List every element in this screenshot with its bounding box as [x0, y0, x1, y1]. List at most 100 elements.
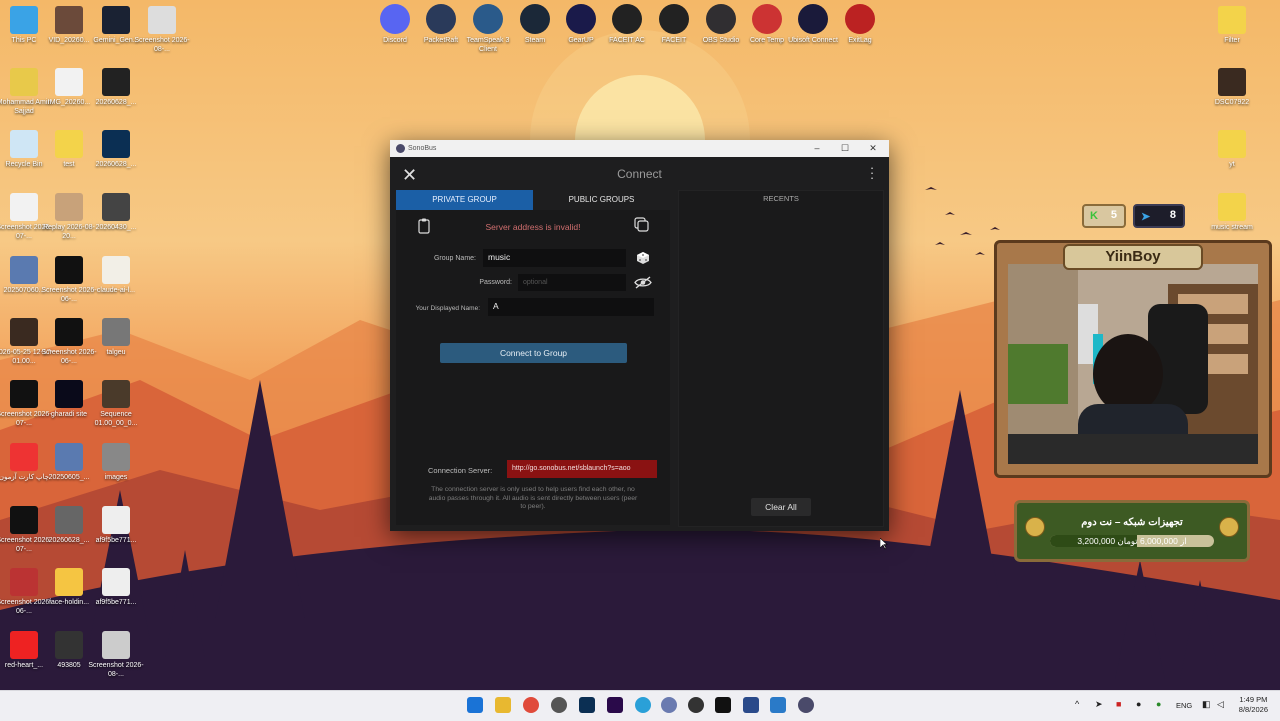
app-logo-icon	[520, 4, 550, 34]
sonobus-window: SonoBus – ☐ ✕ ✕ Connect · · · PRIVATE GROU…	[390, 140, 889, 531]
desktop-icon[interactable]: 20260628_...	[84, 68, 148, 107]
desktop-icon[interactable]: Screenshot 2026-08-...	[84, 631, 148, 679]
tray-mic-icon[interactable]: ●	[1156, 699, 1161, 709]
app-shortcut-icon[interactable]: FACEIT	[649, 4, 699, 45]
app-taskbar-icon[interactable]	[743, 697, 759, 713]
more-options-icon[interactable]: · · ·	[869, 161, 875, 184]
app-shortcut-icon[interactable]: ExitLag	[835, 4, 885, 45]
file-icon	[55, 193, 83, 221]
display-name-input[interactable]: A	[488, 298, 654, 316]
app-logo-icon	[473, 4, 503, 34]
hide-password-eye-icon[interactable]	[634, 276, 652, 289]
connection-server-input[interactable]: http://go.sonobus.net/sblaunch?s=aoo	[507, 460, 657, 478]
file-icon	[55, 443, 83, 471]
connect-dialog: ✕ Connect · · · PRIVATE GROUP PUBLIC GROUP…	[390, 157, 889, 531]
desktop-icon[interactable]: 20260628_...	[84, 130, 148, 169]
app-shortcut-label: TeamSpeak 3 Client	[466, 37, 510, 53]
desktop-icon[interactable]: DSC07922	[1200, 68, 1264, 107]
connect-to-group-button[interactable]: Connect to Group	[440, 343, 627, 363]
premiere-icon[interactable]	[607, 697, 623, 713]
randomize-dice-icon[interactable]	[636, 251, 650, 265]
file-icon	[102, 506, 130, 534]
dialog-title: Connect	[617, 167, 662, 181]
ghub-icon[interactable]	[688, 697, 704, 713]
desktop-icon[interactable]: talgeu	[84, 318, 148, 357]
app-logo-icon	[706, 4, 736, 34]
desktop-icon[interactable]: music stream	[1200, 193, 1264, 232]
folder-icon	[1218, 68, 1246, 96]
volume-icon[interactable]: ◁	[1217, 699, 1224, 710]
telegram-taskbar-icon[interactable]	[635, 697, 651, 713]
tab-private-group[interactable]: PRIVATE GROUP	[396, 190, 533, 210]
donation-amount: 3,200,000 از 6,000,000 تومان	[1077, 536, 1187, 546]
app-shortcut-icon[interactable]: Steam	[510, 4, 560, 45]
file-icon	[55, 380, 83, 408]
tray-network-icon[interactable]: ●	[1136, 699, 1141, 709]
app-shortcut-icon[interactable]: OBS Studio	[696, 4, 746, 45]
teamspeak-taskbar-icon[interactable]	[661, 697, 677, 713]
app-shortcut-label: FACEIT AC	[609, 37, 645, 44]
settings-icon[interactable]	[551, 697, 567, 713]
clear-all-button[interactable]: Clear All	[751, 498, 811, 516]
file-icon	[55, 631, 83, 659]
desktop-icon-label: claude-ai-l...	[96, 287, 136, 294]
file-icon	[10, 256, 38, 284]
desktop-icon[interactable]: claude-ai-l...	[84, 256, 148, 295]
tray-app-icon[interactable]: ■	[1116, 699, 1121, 709]
chrome-icon[interactable]	[523, 697, 539, 713]
tab-public-groups[interactable]: PUBLIC GROUPS	[533, 190, 670, 210]
file-icon	[102, 68, 130, 96]
photoshop-icon[interactable]	[579, 697, 595, 713]
app-shortcut-label: Core Temp	[749, 37, 785, 44]
app-shortcut-icon[interactable]: PacketRaft	[416, 4, 466, 45]
copy-icon[interactable]	[634, 217, 650, 233]
language-indicator[interactable]: ENG	[1176, 701, 1192, 710]
file-icon	[55, 318, 83, 346]
desktop-icon-label: music stream	[1211, 224, 1253, 231]
desktop-icon-label: images	[104, 474, 128, 481]
file-icon	[10, 443, 38, 471]
desktop-icon[interactable]: yt	[1200, 130, 1264, 169]
desktop-icon-label: talgeu	[106, 349, 126, 356]
minimize-icon[interactable]: –	[803, 140, 831, 157]
window-titlebar[interactable]: SonoBus – ☐ ✕	[390, 140, 889, 157]
app-shortcut-icon[interactable]: Core Temp	[742, 4, 792, 45]
desktop-icon[interactable]: af9f5be771...	[84, 568, 148, 607]
file-explorer-icon[interactable]	[495, 697, 511, 713]
app-shortcut-icon[interactable]: GearUP	[556, 4, 606, 45]
taskbar-clock[interactable]: 1:49 PM 8/8/2026	[1239, 695, 1268, 715]
password-input[interactable]: optional	[518, 274, 626, 291]
desktop-icon[interactable]: 20260430_...	[84, 193, 148, 232]
faceit-taskbar-icon[interactable]	[715, 697, 731, 713]
photos-icon[interactable]	[770, 697, 786, 713]
app-shortcut-icon[interactable]: Ubisoft Connect	[788, 4, 838, 45]
maximize-icon[interactable]: ☐	[831, 140, 859, 157]
start-windows-icon[interactable]	[467, 697, 483, 713]
mouse-cursor-icon	[880, 538, 888, 550]
group-name-input[interactable]: music	[483, 249, 626, 267]
file-icon	[55, 130, 83, 158]
app-shortcut-icon[interactable]: TeamSpeak 3 Client	[463, 4, 513, 54]
desktop-icon[interactable]: Sequence 01.00_00_0...	[84, 380, 148, 428]
desktop-icon-label: 20260628_...	[95, 161, 137, 168]
display-name-label: Your Displayed Name:	[415, 305, 480, 312]
desktop-icon[interactable]: images	[84, 443, 148, 482]
close-window-icon[interactable]: ✕	[859, 140, 887, 157]
app-shortcut-icon[interactable]: Discord	[370, 4, 420, 45]
sonobus-taskbar-icon[interactable]	[798, 697, 814, 713]
app-logo-icon	[798, 4, 828, 34]
desktop-icon[interactable]: Filter	[1200, 6, 1264, 45]
desktop-icon[interactable]: af9f5be771...	[84, 506, 148, 545]
app-shortcut-icon[interactable]: FACEIT AC	[602, 4, 652, 45]
desktop-icon[interactable]: Screenshot 2026-08-...	[130, 6, 194, 54]
desktop-icon-label: Sequence 01.00_00_0...	[94, 411, 138, 427]
server-error-message: Server address is invalid!	[485, 222, 581, 232]
file-icon	[10, 193, 38, 221]
wifi-icon[interactable]: ◧	[1202, 699, 1211, 710]
tray-telegram-icon[interactable]: ➤	[1095, 699, 1103, 710]
file-icon	[10, 318, 38, 346]
desktop-icon-label: 20260430_...	[95, 224, 137, 231]
tray-expand-icon[interactable]: ^	[1075, 699, 1079, 709]
app-shortcut-label: Steam	[524, 37, 546, 44]
telegram-count: 8	[1169, 209, 1176, 221]
